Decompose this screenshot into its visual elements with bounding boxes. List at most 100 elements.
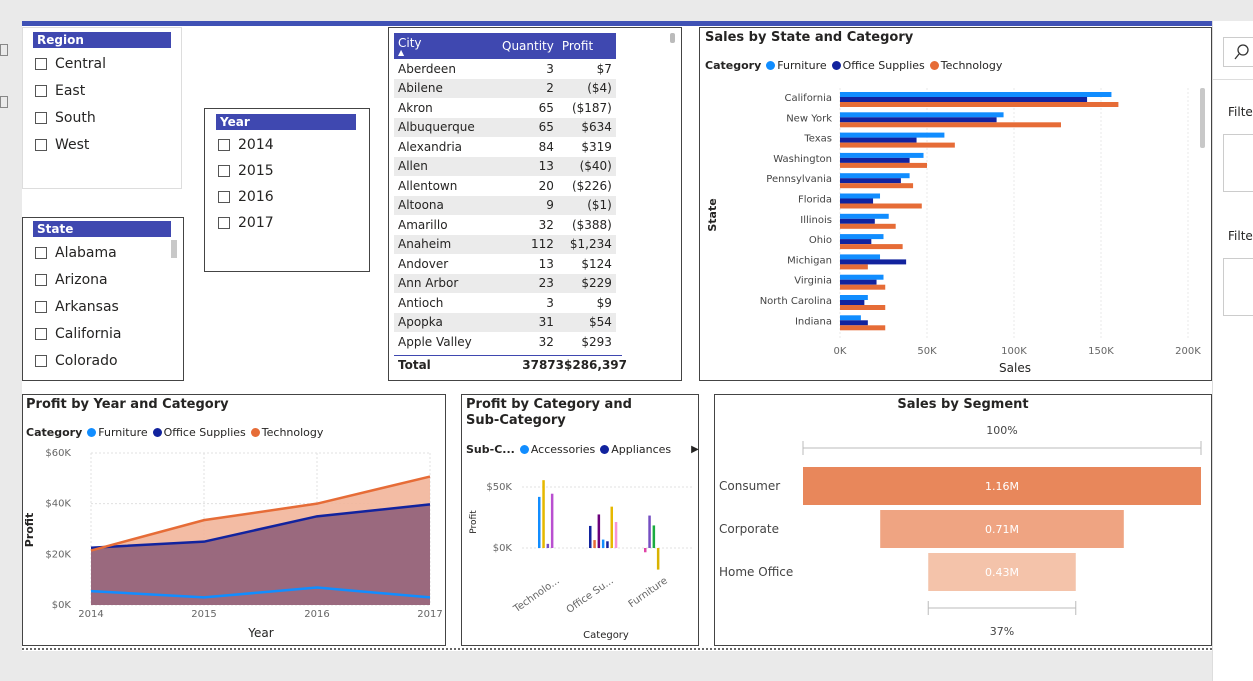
x-tick-label: 50K bbox=[917, 346, 937, 357]
left-toolbar-icons[interactable] bbox=[0, 40, 8, 120]
table-row[interactable]: Andover 13 $124 bbox=[394, 254, 616, 274]
table-row[interactable]: Alexandria 84 $319 bbox=[394, 137, 616, 157]
checkbox[interactable] bbox=[35, 355, 47, 367]
table-row[interactable]: Abilene 2 ($4) bbox=[394, 78, 616, 98]
table-row[interactable]: Akron 65 ($187) bbox=[394, 98, 616, 118]
legend-dot-furniture bbox=[766, 61, 776, 70]
legend-furniture-2[interactable]: Furniture bbox=[98, 426, 147, 439]
cell-profit: $9 bbox=[596, 295, 612, 310]
checkbox[interactable] bbox=[35, 112, 47, 124]
table-row[interactable]: Anaheim 112 $1,234 bbox=[394, 234, 616, 254]
profit-by-year-legend: Category Furniture Office Supplies Techn… bbox=[26, 426, 323, 439]
checkbox[interactable] bbox=[218, 191, 230, 203]
checkbox[interactable] bbox=[35, 58, 47, 70]
legend-next-arrow-icon[interactable]: ▶ bbox=[691, 444, 699, 455]
checkbox[interactable] bbox=[218, 217, 230, 229]
legend-appliances[interactable]: Appliances bbox=[611, 443, 671, 456]
legend-office-supplies-2[interactable]: Office Supplies bbox=[164, 426, 246, 439]
column-header-city[interactable]: City ▲ bbox=[394, 33, 498, 59]
y-tick-label: Pennsylvania bbox=[766, 174, 832, 185]
checkbox[interactable] bbox=[218, 165, 230, 177]
x-tick-label: 2014 bbox=[78, 609, 103, 620]
column-header-profit[interactable]: Profit bbox=[558, 33, 616, 59]
cell-profit: $54 bbox=[588, 315, 612, 330]
cell-city: Allentown bbox=[398, 178, 458, 193]
region-item-west[interactable]: West bbox=[35, 137, 89, 153]
checkbox[interactable] bbox=[35, 274, 47, 286]
legend-technology[interactable]: Technology bbox=[941, 59, 1003, 72]
sales-by-state-title: Sales by State and Category bbox=[705, 30, 914, 45]
search-box[interactable] bbox=[1223, 37, 1253, 67]
state-item-label: Alabama bbox=[55, 245, 117, 261]
cell-profit: ($1) bbox=[587, 198, 612, 213]
table-row[interactable]: Allentown 20 ($226) bbox=[394, 176, 616, 196]
table-row[interactable]: Albuquerque 65 $634 bbox=[394, 117, 616, 137]
legend-office-supplies[interactable]: Office Supplies bbox=[843, 59, 925, 72]
state-item-alabama[interactable]: Alabama bbox=[35, 245, 117, 261]
bar-office-supplies bbox=[840, 320, 868, 326]
legend-accessories[interactable]: Accessories bbox=[531, 443, 595, 456]
table-row[interactable]: Amarillo 32 ($388) bbox=[394, 215, 616, 235]
checkbox[interactable] bbox=[35, 328, 47, 340]
y-tick-label: $50K bbox=[486, 482, 512, 493]
checkbox[interactable] bbox=[35, 247, 47, 259]
legend-dot-office-2 bbox=[152, 428, 162, 437]
cell-city: Anaheim bbox=[398, 237, 452, 252]
y-tick-label: California bbox=[785, 93, 833, 104]
x-axis-title: Year bbox=[247, 626, 273, 640]
bar bbox=[597, 514, 601, 548]
total-label: Total bbox=[398, 358, 431, 372]
bar-furniture bbox=[840, 132, 945, 138]
table-row[interactable]: Apopka 31 $54 bbox=[394, 312, 616, 332]
filter-drop-area-2[interactable] bbox=[1223, 258, 1253, 316]
y-tick-label: Virginia bbox=[794, 276, 832, 287]
table-row[interactable]: Apple Valley 32 $293 bbox=[394, 332, 616, 352]
state-item-colorado[interactable]: Colorado bbox=[35, 353, 118, 369]
table-row[interactable]: Allen 13 ($40) bbox=[394, 156, 616, 176]
total-quantity: 37873 bbox=[522, 358, 564, 372]
year-item-2016[interactable]: 2016 bbox=[218, 189, 274, 205]
cell-quantity: 20 bbox=[538, 178, 554, 193]
filter-drop-area-1[interactable] bbox=[1223, 134, 1253, 192]
state-item-california[interactable]: California bbox=[35, 326, 121, 342]
model-icon[interactable] bbox=[0, 96, 8, 108]
region-item-east[interactable]: East bbox=[35, 83, 85, 99]
legend-dot-technology bbox=[929, 61, 939, 70]
year-item-2015[interactable]: 2015 bbox=[218, 163, 274, 179]
legend-furniture[interactable]: Furniture bbox=[777, 59, 826, 72]
checkbox[interactable] bbox=[218, 139, 230, 151]
y-tick-label: $20K bbox=[45, 549, 71, 560]
y-tick-label: $40K bbox=[45, 499, 71, 510]
city-table-wrapper: City ▲ Quantity Profit Aberdeen 3 $7 Abilene… bbox=[394, 33, 622, 352]
bar bbox=[606, 541, 609, 548]
state-slicer-scrollbar[interactable] bbox=[171, 240, 177, 258]
state-item-arizona[interactable]: Arizona bbox=[35, 272, 108, 288]
checkbox[interactable] bbox=[35, 301, 47, 313]
table-row[interactable]: Altoona 9 ($1) bbox=[394, 195, 616, 215]
cell-quantity: 9 bbox=[546, 198, 554, 213]
year-item-2014[interactable]: 2014 bbox=[218, 137, 274, 153]
checkbox[interactable] bbox=[35, 85, 47, 97]
region-item-south[interactable]: South bbox=[35, 110, 96, 126]
table-scrollbar[interactable] bbox=[670, 33, 675, 43]
filters-label-2: Filte bbox=[1228, 229, 1253, 243]
funnel-value-label: 0.43M bbox=[985, 566, 1019, 579]
legend-technology-2[interactable]: Technology bbox=[262, 426, 324, 439]
region-item-central[interactable]: Central bbox=[35, 56, 106, 72]
state-item-arkansas[interactable]: Arkansas bbox=[35, 299, 119, 315]
checkbox[interactable] bbox=[35, 139, 47, 151]
bar bbox=[542, 480, 545, 548]
cell-city: Apple Valley bbox=[398, 334, 472, 349]
bar-office-supplies bbox=[840, 279, 877, 285]
table-row[interactable]: Ann Arbor 23 $229 bbox=[394, 273, 616, 293]
filters-pane: Filte Filte bbox=[1212, 21, 1253, 681]
column-header-quantity[interactable]: Quantity bbox=[498, 33, 558, 59]
cell-city: Akron bbox=[398, 100, 433, 115]
table-row[interactable]: Antioch 3 $9 bbox=[394, 293, 616, 313]
cell-quantity: 3 bbox=[546, 61, 554, 76]
cell-city: Altoona bbox=[398, 198, 444, 213]
cell-profit: ($226) bbox=[571, 178, 612, 193]
year-item-2017[interactable]: 2017 bbox=[218, 215, 274, 231]
table-row[interactable]: Aberdeen 3 $7 bbox=[394, 59, 616, 79]
table-icon[interactable] bbox=[0, 44, 8, 56]
